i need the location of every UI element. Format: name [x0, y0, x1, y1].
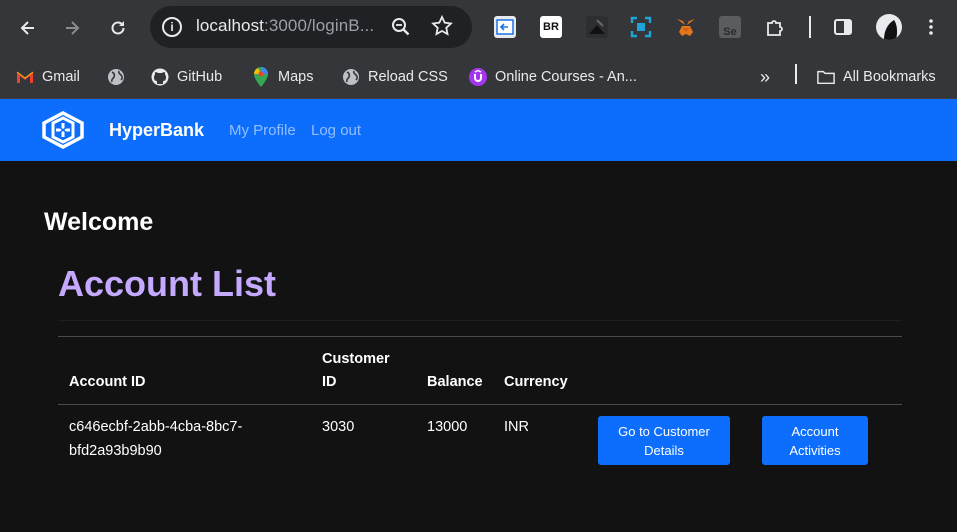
button-label-line1: Go to Customer [618, 423, 710, 439]
button-label-line2: Details [644, 442, 684, 458]
account-list-title: Account List [58, 263, 277, 304]
header-account-id: Account ID [69, 374, 146, 390]
header-customer-id-line1: Customer [322, 351, 390, 367]
metamask-ext-icon[interactable] [675, 16, 697, 38]
bookmark-reload-css[interactable]: Reload CSS [342, 66, 448, 88]
cell-account-id-line2: bfd2a93b9b90 [69, 443, 162, 459]
zoom-icon[interactable] [390, 16, 412, 38]
bookmark-star-icon[interactable] [430, 14, 454, 38]
maps-icon [252, 67, 270, 87]
bookmark-gmail[interactable]: Gmail [16, 66, 80, 88]
cell-customer-id: 3030 [322, 419, 355, 435]
bookmark-github[interactable]: GitHub [151, 66, 222, 88]
reload-icon[interactable] [104, 14, 132, 42]
site-info-icon[interactable]: i [162, 17, 182, 37]
bookmark-globe[interactable] [107, 66, 133, 88]
arrow-ext-icon[interactable] [494, 16, 516, 38]
table-header-border [58, 404, 902, 405]
button-label-line1: Account [791, 423, 839, 439]
hyperbank-logo-icon[interactable] [40, 111, 86, 149]
button-label-line2: Activities [789, 442, 841, 458]
folder-icon [817, 68, 835, 86]
selenium-ext-icon[interactable]: Se [719, 16, 741, 38]
more-bookmarks-chevron-icon[interactable]: » [760, 66, 770, 88]
bookmark-label: GitHub [177, 69, 223, 85]
header-currency: Currency [504, 374, 568, 390]
nav-logout-link[interactable]: Log out [311, 122, 361, 139]
address-bar[interactable]: i localhost:3000/loginB... [150, 6, 472, 48]
bookmark-online-courses[interactable]: Online Courses - An... [469, 66, 637, 88]
browser-toolbar: i localhost:3000/loginB... BR Se [0, 0, 957, 56]
globe-icon [342, 68, 360, 86]
table-top-border [58, 336, 902, 337]
globe-icon [107, 68, 125, 86]
bookmarks-bar: Gmail GitHub Maps Reload CSS Online Cour… [0, 56, 957, 99]
gmail-icon [16, 68, 34, 86]
forward-icon[interactable] [58, 14, 86, 42]
cell-balance: 13000 [427, 419, 468, 435]
profile-avatar[interactable] [876, 14, 902, 40]
header-balance: Balance [427, 374, 483, 390]
menu-kebab-icon[interactable] [920, 16, 942, 38]
puzzle-icon[interactable] [764, 16, 786, 38]
brand-name[interactable]: HyperBank [109, 120, 204, 141]
nav-my-profile-link[interactable]: My Profile [229, 122, 296, 139]
bookmark-label: Gmail [42, 69, 80, 85]
bookmark-label: Maps [278, 69, 314, 85]
welcome-heading: Welcome [44, 208, 154, 236]
url-text[interactable]: localhost:3000/loginB... [196, 16, 374, 36]
bookmark-label: Online Courses - An... [495, 69, 637, 85]
title-divider [58, 320, 902, 321]
bookmark-maps[interactable]: Maps [252, 66, 313, 88]
dark-ext-icon[interactable] [586, 16, 608, 38]
bookmark-label: All Bookmarks [843, 69, 936, 85]
cell-account-id-line1: c646ecbf-2abb-4cba-8bc7- [69, 419, 243, 435]
header-customer-id-line2: ID [322, 374, 337, 390]
cell-currency: INR [504, 419, 529, 435]
account-activities-button[interactable]: Account Activities [762, 416, 868, 465]
go-to-customer-details-button[interactable]: Go to Customer Details [598, 416, 730, 465]
side-panel-icon[interactable] [832, 16, 854, 38]
bookmark-label: Reload CSS [368, 69, 448, 85]
bookmarks-divider [795, 64, 797, 84]
back-icon[interactable] [14, 14, 42, 42]
udemy-icon [469, 68, 487, 86]
github-icon [151, 68, 169, 86]
toolbar-divider [809, 16, 811, 38]
screenshot-ext-icon[interactable] [630, 16, 652, 38]
all-bookmarks[interactable]: All Bookmarks [817, 66, 936, 88]
app-navbar: HyperBank My Profile Log out [0, 99, 957, 161]
br-ext-icon[interactable]: BR [540, 16, 562, 38]
